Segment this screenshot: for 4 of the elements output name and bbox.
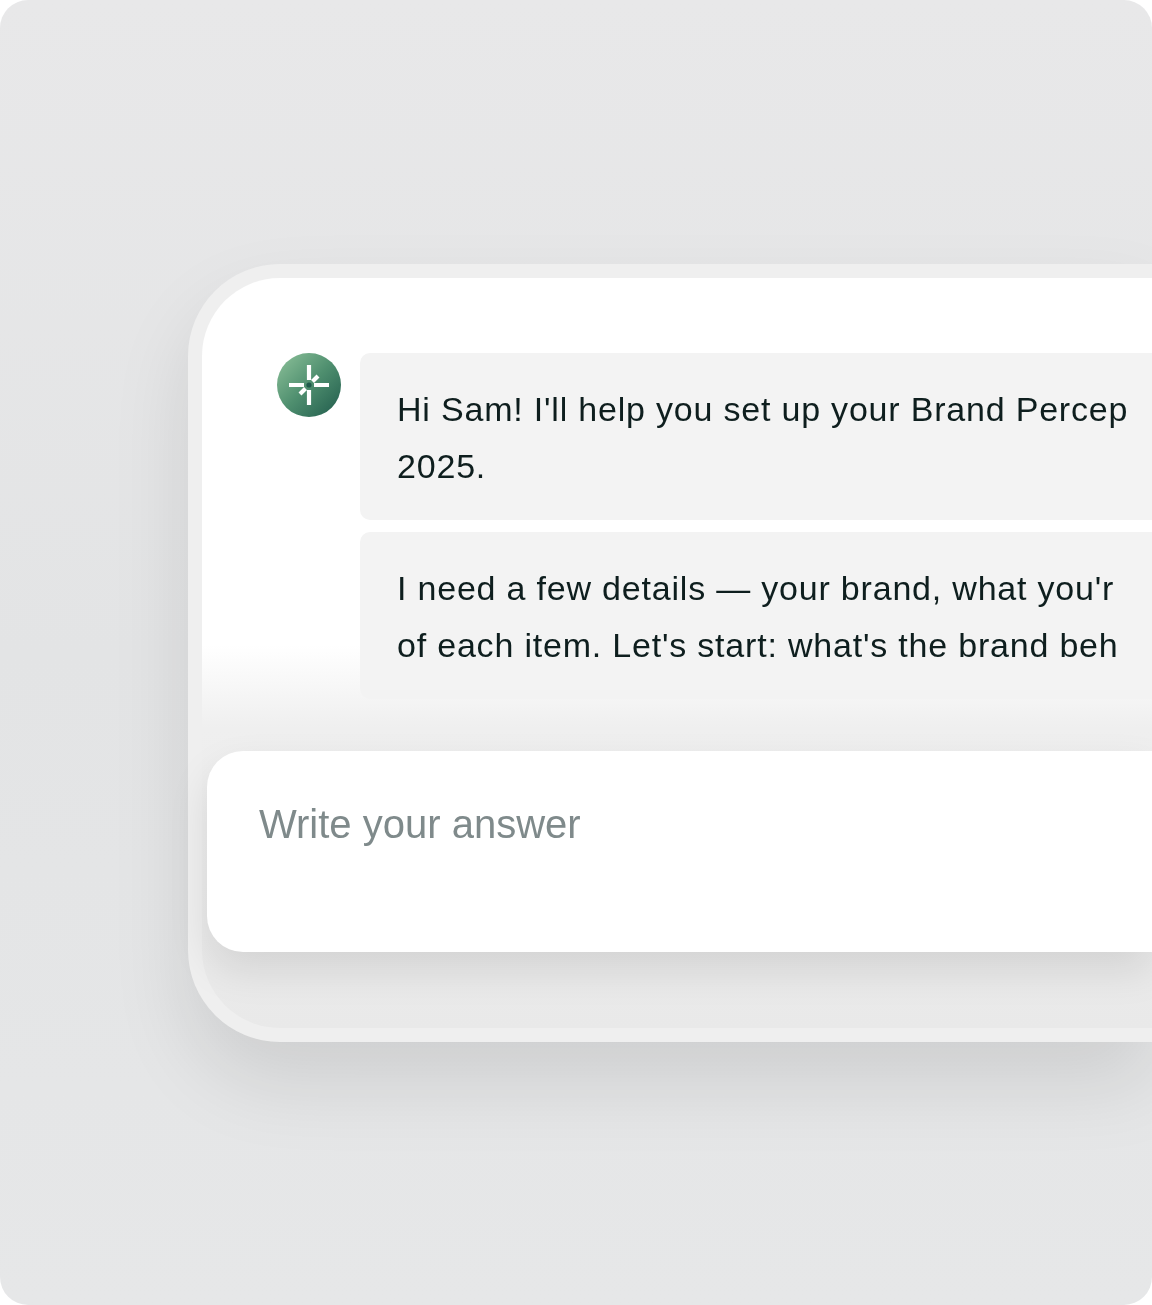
logo-icon bbox=[277, 353, 341, 417]
answer-field[interactable]: Write your answer bbox=[207, 751, 1152, 952]
message-text: I need a few details — your brand, what you'r of each item. Let's start: what's the brand beh bbox=[397, 568, 1120, 666]
message-text: Hi Sam! I'll help you set up your Brand Percep 2025. bbox=[397, 389, 1130, 487]
